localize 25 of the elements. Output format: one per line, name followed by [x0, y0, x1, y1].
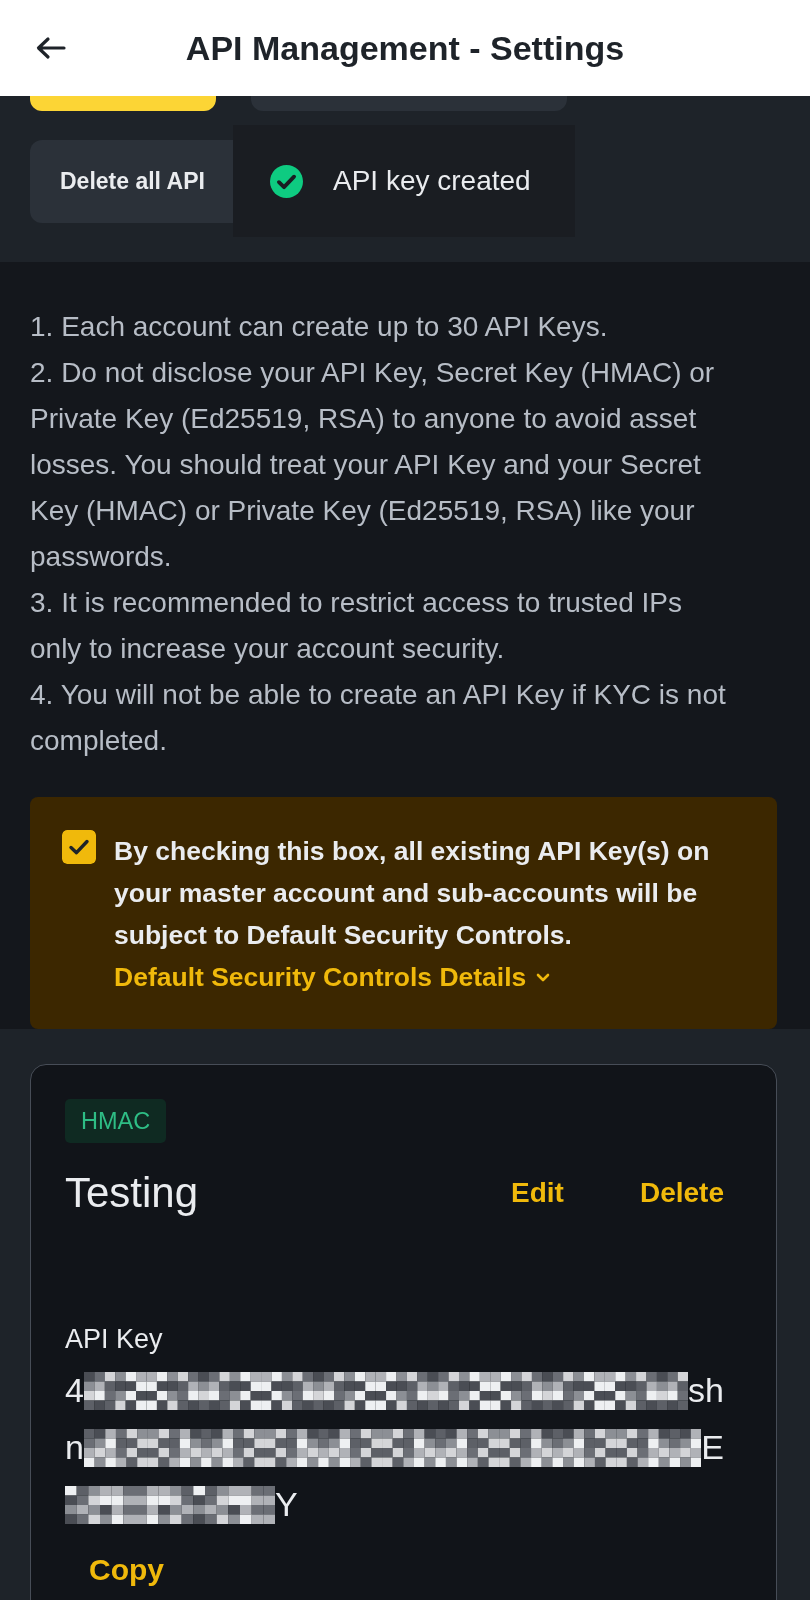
- toast-message: API key created: [333, 165, 531, 197]
- arrow-left-icon: [35, 36, 66, 60]
- primary-button[interactable]: [30, 96, 216, 111]
- note-text: 2. Do not disclose your API Key, Secret Key (HMAC) or Private Key (Ed25519, RSA) to anyone to avoid asset losses. You should treat your API Key and your Secret Key (HMAC) or Private Key (Ed25519, RSA) like your passwords.: [30, 356, 716, 574]
- key-name: Testing: [65, 1169, 200, 1217]
- details-link[interactable]: Default Security Controls Details: [114, 956, 551, 998]
- note-text: 3. It is recommended to restrict access to trusted IPs only to increase your account security.: [30, 586, 684, 666]
- api-key-fragment: E: [701, 1428, 724, 1467]
- key-type-badge: HMAC: [65, 1099, 167, 1143]
- api-key-fragment: Y: [275, 1485, 298, 1524]
- copy-button[interactable]: Copy: [89, 1550, 164, 1590]
- chevron-down-icon: [536, 972, 551, 982]
- action-link[interactable]: Delete: [639, 1177, 724, 1209]
- consent-text: By checking this box, all existing API Key(s) on your master account and sub-accounts will be subject to Default Security Controls.: [114, 835, 711, 952]
- note-text: 1. Each account can create up to 30 API Keys.: [30, 310, 609, 344]
- api-key-fragment: n: [65, 1428, 84, 1467]
- action-link[interactable]: Edit: [511, 1177, 564, 1209]
- delete-all-button[interactable]: Delete all API: [30, 139, 233, 223]
- success-check-icon: [270, 164, 303, 198]
- api-key-fragment: sh: [688, 1371, 724, 1410]
- api-key-label: API Key: [65, 1323, 164, 1355]
- api-key-fragment: 4: [65, 1371, 84, 1410]
- note-text: 4. You will not be able to create an API Key if KYC is not completed.: [30, 678, 727, 758]
- checkbox[interactable]: [62, 830, 96, 864]
- page-title: API Management - Settings: [185, 28, 625, 68]
